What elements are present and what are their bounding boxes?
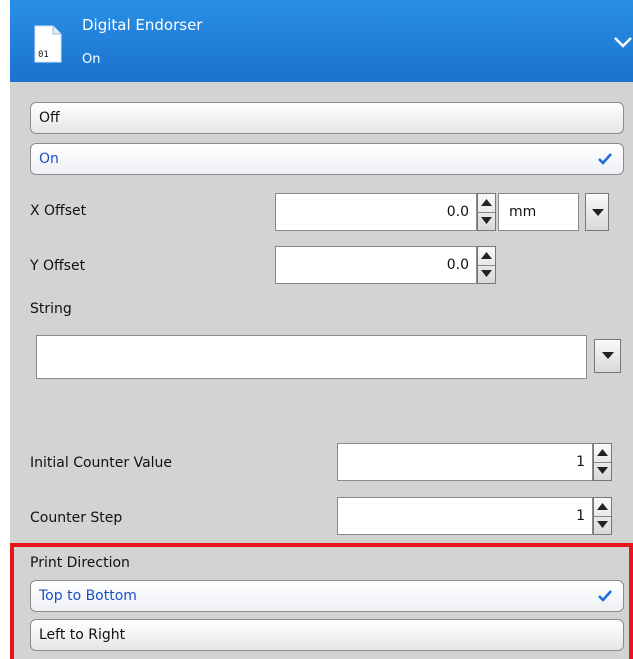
increment-button[interactable]	[478, 247, 495, 266]
chevron-down-icon[interactable]	[612, 34, 633, 50]
unit-dropdown-button[interactable]	[585, 193, 609, 231]
dropdown-arrow-icon	[602, 352, 614, 359]
checkmark-icon	[598, 153, 612, 165]
endorser-settings-panel: 01 Digital Endorser On Off On X Offset 0…	[10, 0, 633, 659]
x-offset-spinner[interactable]	[477, 193, 496, 231]
arrow-up-icon	[481, 252, 492, 259]
initial-counter-label: Initial Counter Value	[30, 455, 173, 471]
arrow-up-icon	[597, 449, 608, 456]
digital-endorser-header[interactable]: 01 Digital Endorser On	[10, 0, 633, 82]
string-label: String	[30, 301, 72, 317]
counter-step-spinner[interactable]	[593, 497, 612, 535]
decrement-button[interactable]	[478, 212, 495, 230]
header-current-value: On	[82, 52, 101, 67]
initial-counter-input[interactable]: 1	[337, 443, 593, 481]
endorser-off-option[interactable]: Off	[30, 102, 624, 134]
y-offset-input[interactable]: 0.0	[275, 246, 477, 284]
increment-button[interactable]	[478, 194, 495, 213]
print-direction-left-to-right[interactable]: Left to Right	[30, 619, 624, 651]
endorser-on-label: On	[39, 151, 59, 167]
x-offset-input[interactable]: 0.0	[275, 193, 477, 231]
checkmark-icon	[598, 590, 612, 602]
string-input[interactable]	[36, 335, 587, 379]
counter-step-label: Counter Step	[30, 510, 123, 526]
print-direction-top-to-bottom[interactable]: Top to Bottom	[30, 580, 624, 612]
string-dropdown-button[interactable]	[594, 339, 621, 373]
x-offset-label: X Offset	[30, 203, 87, 219]
document-icon: 01	[34, 25, 62, 63]
unit-select[interactable]: mm	[498, 193, 579, 231]
decrement-button[interactable]	[594, 462, 611, 480]
arrow-up-icon	[597, 503, 608, 510]
endorser-off-label: Off	[39, 110, 60, 126]
initial-counter-spinner[interactable]	[593, 443, 612, 481]
svg-text:01: 01	[38, 50, 49, 60]
arrow-down-icon	[597, 521, 608, 528]
decrement-button[interactable]	[594, 516, 611, 534]
y-offset-spinner[interactable]	[477, 246, 496, 284]
arrow-down-icon	[481, 270, 492, 277]
left-to-right-label: Left to Right	[39, 627, 126, 643]
increment-button[interactable]	[594, 444, 611, 463]
arrow-up-icon	[481, 199, 492, 206]
top-to-bottom-label: Top to Bottom	[39, 588, 137, 604]
increment-button[interactable]	[594, 498, 611, 517]
arrow-down-icon	[597, 467, 608, 474]
arrow-down-icon	[481, 217, 492, 224]
counter-step-input[interactable]: 1	[337, 497, 593, 535]
header-title: Digital Endorser	[82, 16, 203, 34]
print-direction-label: Print Direction	[30, 555, 130, 571]
y-offset-label: Y Offset	[30, 258, 86, 274]
endorser-on-option[interactable]: On	[30, 143, 624, 175]
decrement-button[interactable]	[478, 265, 495, 283]
dropdown-arrow-icon	[592, 209, 604, 216]
